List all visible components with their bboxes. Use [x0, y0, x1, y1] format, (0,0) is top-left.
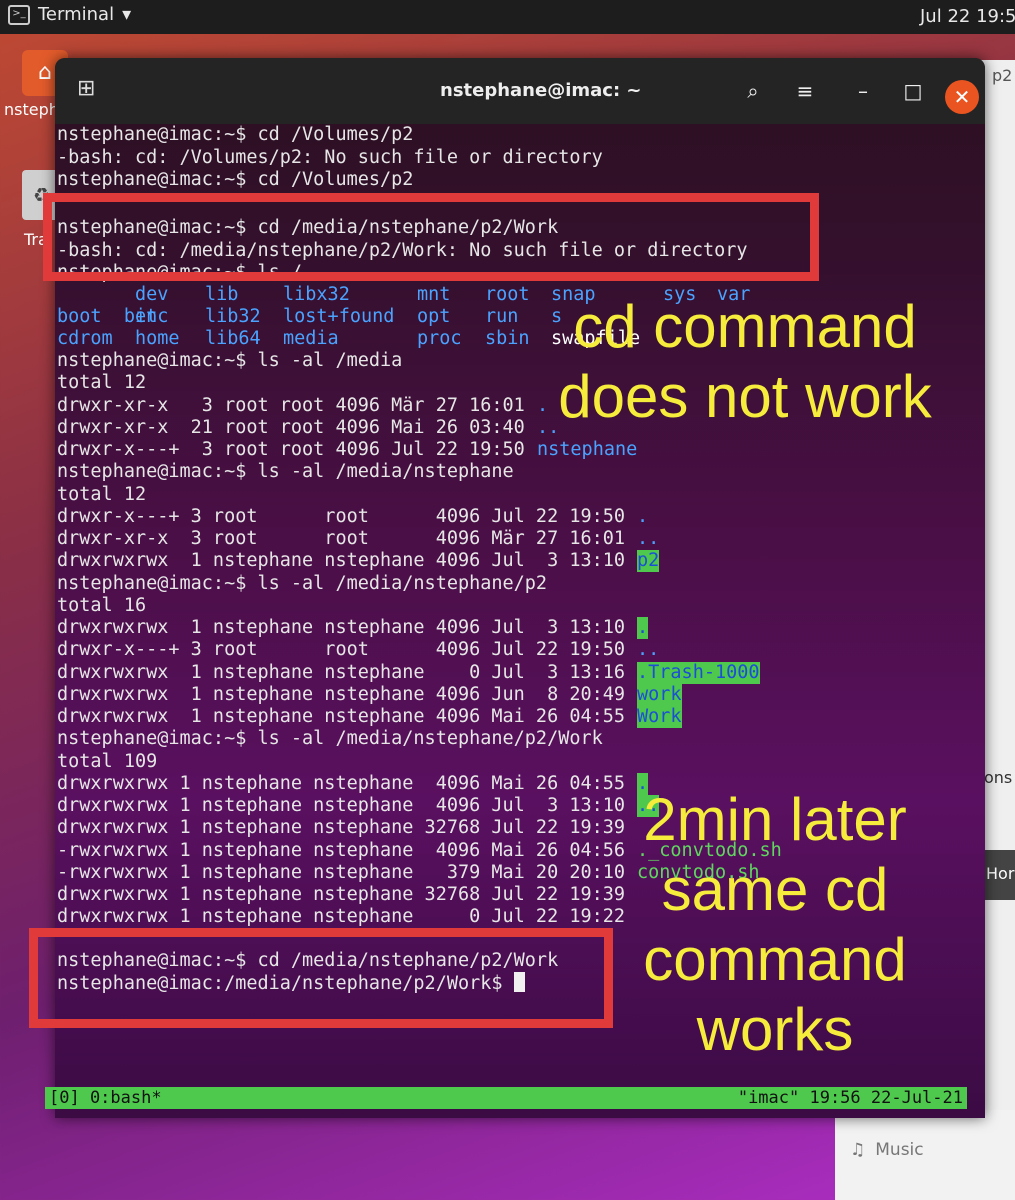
terminal-line: drwxr-x---+ 3 root root 4096 Jul 22 19:5…	[57, 639, 626, 660]
terminal-line: drwxrwxrwx 1 nstephane nstephane 4096 Ju…	[57, 795, 626, 816]
dir-entry: .Trash-1000	[637, 662, 760, 685]
terminal-line: nstephane@imac:~$ ls -al /media	[57, 350, 403, 371]
ls-column: cdrom	[57, 328, 113, 350]
terminal-line: drwxrwxrwx 1 nstephane nstephane 0 Jul 3…	[57, 662, 626, 683]
gnome-top-bar: >_ Terminal ▾ Jul 22 19:56	[0, 0, 1015, 34]
terminal-line: drwxr-x---+ 3 root root 4096 Jul 22 19:5…	[57, 439, 525, 460]
annotation-line: command	[643, 926, 907, 993]
dir-entry: p2	[637, 550, 660, 573]
dir-entry: Work	[637, 706, 682, 729]
terminal-app-icon: >_	[8, 4, 30, 25]
terminal-line: total 109	[57, 751, 158, 772]
sidebar-item-label: Music	[875, 1140, 924, 1160]
annotation-text-failure: cd command does not work	[535, 292, 955, 432]
terminal-line: drwxrwxrwx 1 nstephane nstephane 32768 J…	[57, 817, 626, 838]
terminal-line: -rwxrwxrwx 1 nstephane nstephane 4096 Ma…	[57, 840, 626, 861]
dir-entry: ..	[637, 528, 660, 549]
annotation-line: 2min later	[643, 786, 907, 853]
dir-entry: boot	[57, 306, 102, 327]
terminal-line: drwxrwxrwx 1 nstephane nstephane 4096 Ju…	[57, 550, 626, 571]
dir-entry: cdrom	[57, 328, 113, 349]
terminal-line: nstephane@imac:~$ cd /Volumes/p2	[57, 124, 414, 145]
dir-entry: sbin	[485, 328, 530, 349]
terminal-line: drwxrwxrwx 1 nstephane nstephane 4096 Ma…	[57, 773, 626, 794]
annotation-text-success: 2min later same cd command works	[620, 785, 930, 1065]
ls-column: boot	[57, 306, 102, 328]
terminal-line: drwxrwxrwx 1 nstephane nstephane 4096 Ju…	[57, 617, 626, 638]
terminal-line: nstephane@imac:~$ cd /Volumes/p2	[57, 169, 414, 190]
new-tab-icon[interactable]: ⊞	[77, 76, 95, 101]
dir-entry: opt	[417, 306, 451, 327]
background-tab[interactable]: p2	[992, 66, 1012, 85]
music-icon: ♫	[850, 1140, 866, 1160]
terminal-line: -rwxrwxrwx 1 nstephane nstephane 379 Mai…	[57, 862, 626, 883]
dir-entry: lib64	[205, 328, 261, 349]
dir-entry: root	[485, 284, 530, 305]
tmux-status-bar: [0] 0:bash* "imac" 19:56 22-Jul-21	[45, 1087, 967, 1109]
dir-entry: dev	[135, 284, 169, 305]
hamburger-menu-icon[interactable]: ≡	[789, 76, 821, 108]
annotation-line: same cd	[661, 856, 889, 923]
terminal-titlebar[interactable]: ⊞ nstephane@imac: ~ ⌕ ≡ – □ ✕	[55, 58, 985, 124]
terminal-line: drwxr-xr-x 3 root root 4096 Mär 27 16:01	[57, 395, 525, 416]
sidebar-item-music[interactable]: ♫ Music	[850, 1140, 924, 1160]
dir-entry: etc	[135, 306, 169, 327]
annotation-line: does not work	[558, 363, 932, 430]
terminal-line: drwxr-xr-x 3 root root 4096 Mär 27 16:01	[57, 528, 626, 549]
tmux-status-right: "imac" 19:56 22-Jul-21	[737, 1088, 963, 1108]
dir-entry: proc	[417, 328, 462, 349]
terminal-line: total 16	[57, 595, 147, 616]
search-icon[interactable]: ⌕	[737, 76, 769, 108]
dir-entry: run	[485, 306, 519, 327]
terminal-line: nstephane@imac:~$ ls -al /media/nstephan…	[57, 461, 514, 482]
annotation-box-failure	[43, 193, 819, 281]
app-name[interactable]: Terminal	[38, 4, 114, 25]
terminal-line: drwxrwxrwx 1 nstephane nstephane 4096 Ju…	[57, 684, 626, 705]
terminal-line: drwxrwxrwx 1 nstephane nstephane 32768 J…	[57, 884, 626, 905]
annotation-line: works	[696, 996, 854, 1063]
terminal-line: drwxr-xr-x 21 root root 4096 Mai 26 03:4…	[57, 417, 525, 438]
terminal-line: drwxr-x---+ 3 root root 4096 Jul 22 19:5…	[57, 506, 626, 527]
dir-entry: home	[135, 328, 180, 349]
terminal-line: nstephane@imac:~$ ls -al /media/nstephan…	[57, 573, 548, 594]
background-text: ons	[984, 768, 1013, 787]
dir-entry: nstephane	[537, 439, 638, 460]
dir-entry: lib	[205, 284, 239, 305]
annotation-line: cd command	[573, 293, 917, 360]
dir-entry: libx32	[283, 284, 350, 305]
dir-entry: work	[637, 684, 682, 707]
minimize-icon[interactable]: –	[847, 76, 879, 108]
dir-entry: ..	[637, 639, 660, 660]
dir-entry: lost+found	[283, 306, 395, 327]
terminal-line: -bash: cd: /Volumes/p2: No such file or …	[57, 147, 603, 168]
terminal-line: nstephane@imac:~$ ls -al /media/nstephan…	[57, 728, 603, 749]
dir-entry: media	[283, 328, 339, 349]
terminal-line: drwxrwxrwx 1 nstephane nstephane 0 Jul 2…	[57, 906, 626, 927]
terminal-line: total 12	[57, 372, 147, 393]
clock[interactable]: Jul 22 19:56	[920, 6, 1015, 27]
dir-entry: .	[637, 506, 649, 527]
maximize-icon[interactable]: □	[897, 76, 929, 108]
home-folder-label: nsteph	[4, 100, 59, 119]
dir-entry: .	[637, 617, 649, 640]
chevron-down-icon[interactable]: ▾	[122, 4, 131, 25]
dir-entry: mnt	[417, 284, 451, 305]
terminal-line: total 12	[57, 484, 147, 505]
terminal-line: drwxrwxrwx 1 nstephane nstephane 4096 Ma…	[57, 706, 626, 727]
app-menu[interactable]: >_ Terminal ▾	[8, 4, 131, 25]
close-icon[interactable]: ✕	[945, 80, 979, 114]
dir-entry: lib32	[205, 306, 261, 327]
annotation-box-success	[29, 928, 613, 1028]
tmux-window-list[interactable]: [0] 0:bash*	[49, 1087, 162, 1109]
window-title: nstephane@imac: ~	[440, 80, 642, 101]
